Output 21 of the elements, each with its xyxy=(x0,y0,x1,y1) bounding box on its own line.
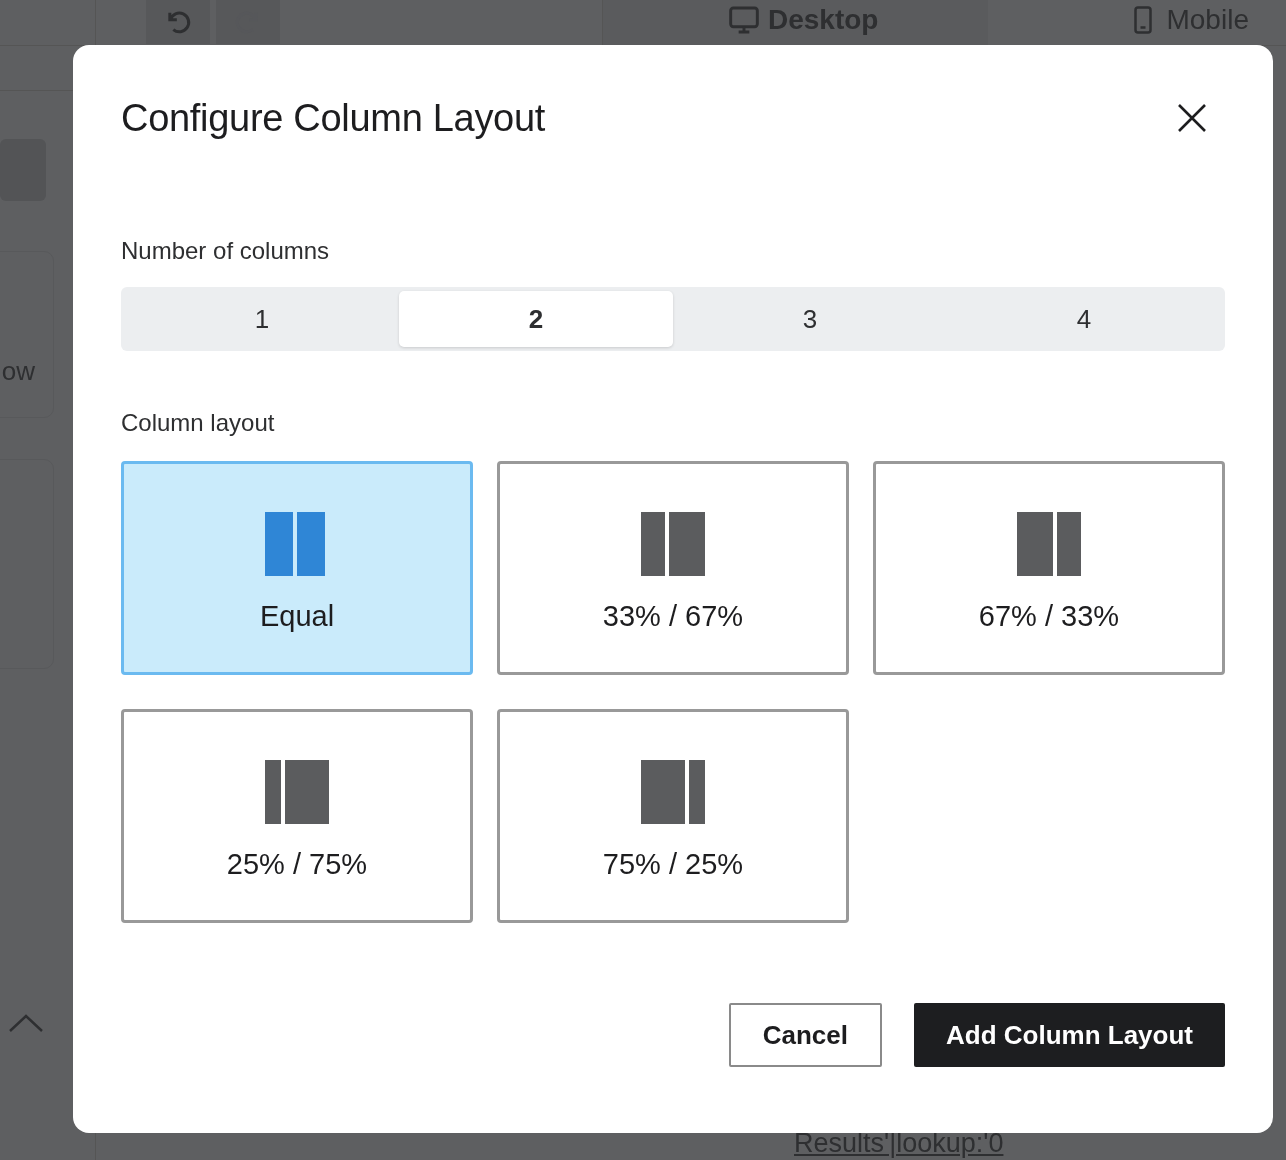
column-count-option[interactable]: 4 xyxy=(947,291,1221,347)
close-icon xyxy=(1177,103,1207,133)
column-count-option[interactable]: 2 xyxy=(399,291,673,347)
chevron-up-icon[interactable] xyxy=(8,1013,44,1033)
section-label: Number of columns xyxy=(121,237,331,265)
layout-option[interactable]: 25% / 75% xyxy=(121,709,473,923)
layout-option[interactable]: 33% / 67% xyxy=(497,461,849,675)
column-count-option[interactable]: 3 xyxy=(673,291,947,347)
undo-icon[interactable] xyxy=(146,0,210,44)
columns-icon xyxy=(641,512,705,576)
columns-icon xyxy=(1017,512,1081,576)
columns-icon xyxy=(641,760,705,824)
columns-icon xyxy=(265,760,329,824)
column-count-option[interactable]: 1 xyxy=(125,291,399,347)
add-button[interactable]: Add Column Layout xyxy=(914,1003,1225,1067)
layout-option[interactable]: Equal xyxy=(121,461,473,675)
dialog-title: Configure Column Layout xyxy=(121,96,545,140)
layout-option[interactable]: 75% / 25% xyxy=(497,709,849,923)
cancel-button[interactable]: Cancel xyxy=(728,1003,882,1067)
layout-option[interactable]: 67% / 33% xyxy=(873,461,1225,675)
section-label: Column layout xyxy=(121,409,276,437)
